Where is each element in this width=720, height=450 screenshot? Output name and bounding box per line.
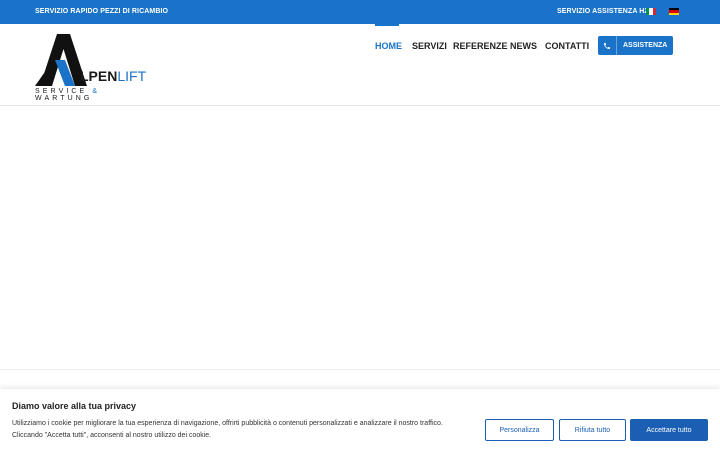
assistance-24h-link[interactable]: SERVIZIO ASSISTENZA H24: [557, 8, 652, 15]
logo-tagline-amp: &: [92, 88, 101, 95]
nav-item-contatti[interactable]: CONTATTI: [545, 41, 589, 51]
nav-item-referenze[interactable]: REFERENZE: [453, 41, 508, 51]
logo-word-main: LPEN: [80, 68, 118, 84]
cookie-description-line1: Utilizziamo i cookie per migliorare la t…: [12, 420, 443, 427]
nav-item-servizi[interactable]: SERVIZI: [412, 41, 447, 51]
spare-parts-link[interactable]: SERVIZIO RAPIDO PEZZI DI RICAMBIO: [35, 8, 168, 15]
main-nav: HOME SERVIZI REFERENZE NEWS CONTATTI ASS…: [0, 24, 720, 61]
logo-tagline: SERVICE & WARTUNG: [35, 88, 155, 102]
logo-tagline-end: WARTUNG: [35, 95, 93, 102]
cookie-consent-banner: Diamo valore alla tua privacy Utilizziam…: [0, 389, 720, 450]
italian-flag-icon[interactable]: [646, 8, 656, 15]
logo-wordmark: LPENLIFT: [80, 68, 146, 84]
site-header: LPENLIFT SERVICE & WARTUNG HOME SERVIZI …: [0, 24, 720, 106]
german-flag-icon[interactable]: [669, 8, 679, 15]
main-content-area: [0, 106, 720, 369]
accept-all-button[interactable]: Accettare tutto: [630, 419, 708, 441]
reject-all-button[interactable]: Rifiuta tutto: [559, 419, 626, 441]
cookie-description: Utilizziamo i cookie per migliorare la t…: [12, 418, 482, 442]
logo-word-accent: LIFT: [117, 68, 147, 84]
logo-tagline-main: SERVICE: [35, 88, 93, 95]
content-divider: [0, 369, 720, 370]
nav-item-home[interactable]: HOME: [375, 41, 402, 51]
cookie-description-line2: Cliccando "Accetta tutti", acconsenti al…: [12, 432, 212, 439]
cookie-title: Diamo valore alla tua privacy: [12, 401, 137, 411]
phone-icon: [598, 36, 617, 55]
nav-active-indicator: [375, 24, 399, 26]
assistance-button-label: ASSISTENZA: [623, 42, 668, 49]
customize-cookies-button[interactable]: Personalizza: [485, 419, 554, 441]
nav-item-news[interactable]: NEWS: [510, 41, 537, 51]
assistance-button[interactable]: ASSISTENZA: [598, 36, 673, 55]
top-bar: SERVIZIO RAPIDO PEZZI DI RICAMBIO SERVIZ…: [0, 0, 720, 24]
